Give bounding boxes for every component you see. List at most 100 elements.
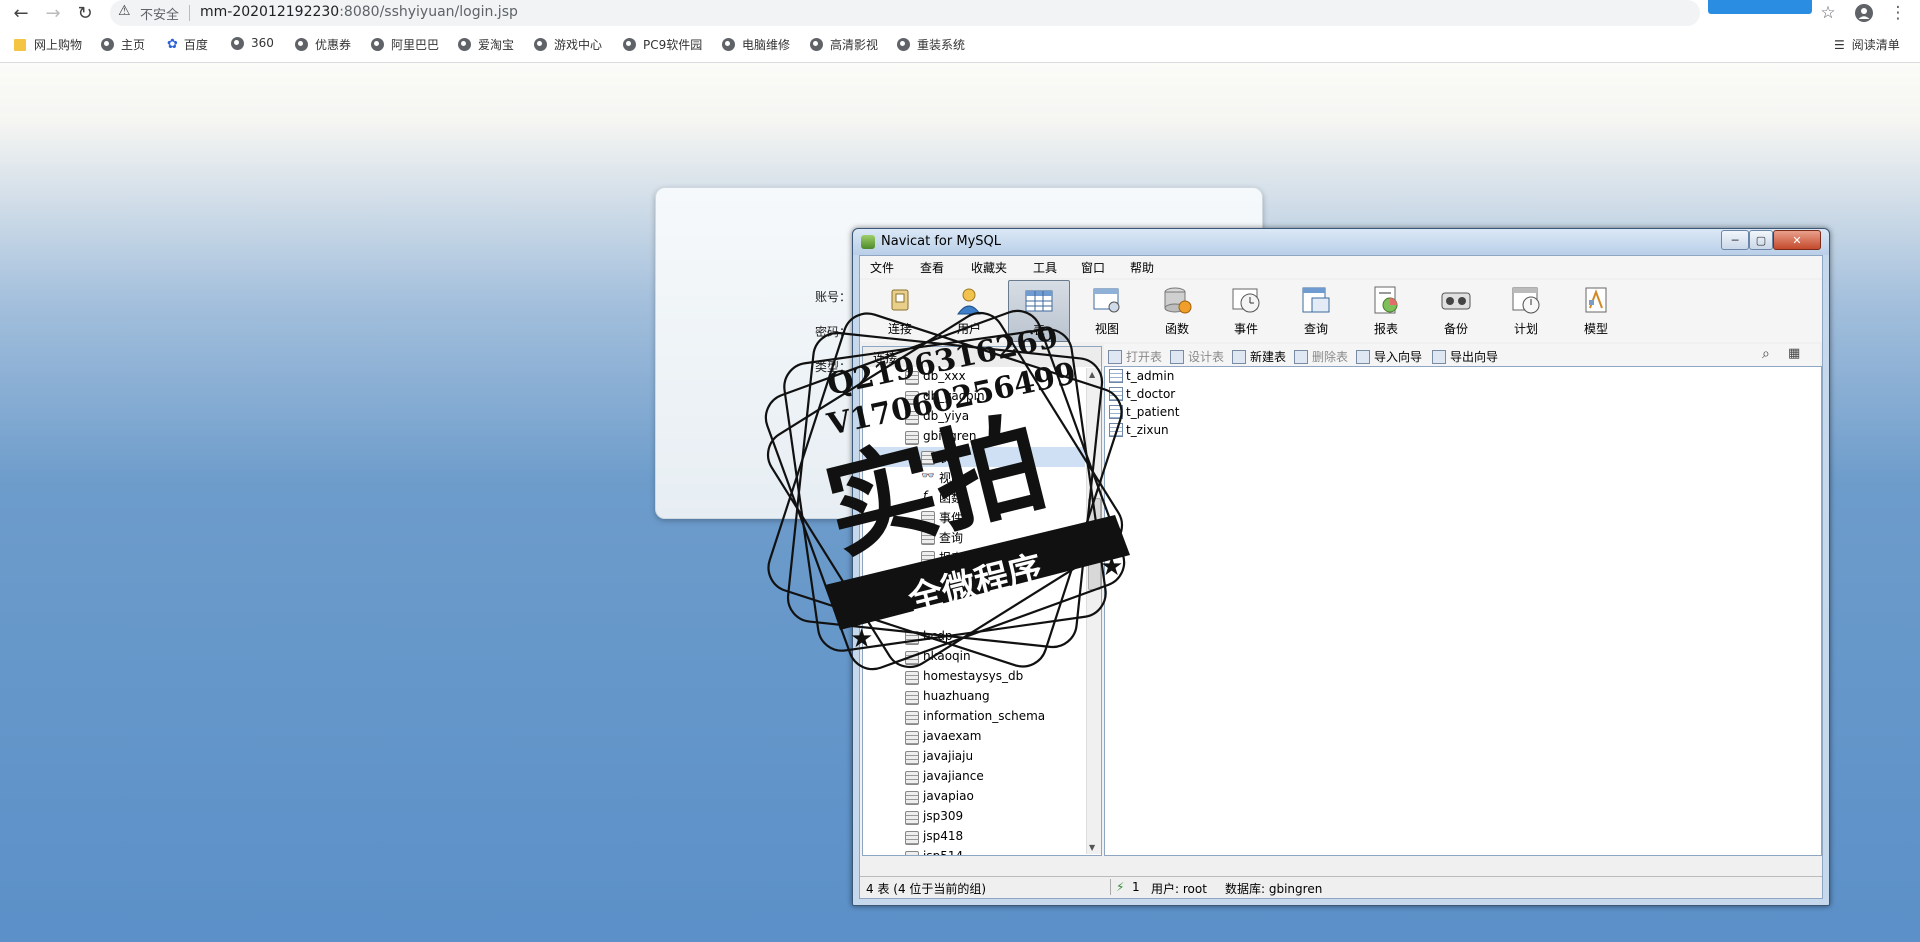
scroll-up-icon[interactable]: ▲ xyxy=(1089,370,1095,379)
open-table-icon xyxy=(1108,349,1122,364)
menu-favorites[interactable]: 收藏夹 xyxy=(971,259,1007,276)
tree-item-label: 事件 xyxy=(939,511,964,525)
table-item[interactable]: t_zixun xyxy=(1109,421,1169,439)
tree-item-database[interactable]: jsp418 xyxy=(863,827,1085,847)
export-wizard-button[interactable]: 导出向导 xyxy=(1432,348,1498,365)
bookmark-item[interactable]: 高清影视 xyxy=(810,36,878,53)
tree-item-database[interactable]: db_xxx xyxy=(863,367,1085,387)
grid-view-icon[interactable]: ▦ xyxy=(1788,346,1800,361)
tree-item-database[interactable]: hkaoqin xyxy=(863,647,1085,667)
scrollbar-thumb[interactable] xyxy=(1088,498,1101,590)
tree-item-database[interactable]: homestaysys_db xyxy=(863,667,1085,687)
close-button[interactable]: ✕ xyxy=(1773,230,1821,250)
tree-item-database[interactable]: hcdp xyxy=(863,627,1085,647)
tree-item-database[interactable]: db_yaopin xyxy=(863,387,1085,407)
bookmark-item[interactable]: ✿ 百度 xyxy=(167,36,208,53)
export-icon xyxy=(1432,349,1446,364)
tree-item-functions[interactable]: ƒ 函数 xyxy=(863,487,1085,507)
delete-table-button[interactable]: 删除表 xyxy=(1294,348,1348,365)
scroll-down-icon[interactable]: ▼ xyxy=(1089,843,1095,852)
toolbar-event-button[interactable]: 事件 xyxy=(1216,280,1276,340)
reading-list-button[interactable]: ☰ 阅读清单 xyxy=(1834,36,1900,53)
more-menu-icon[interactable]: ⋮ xyxy=(1885,1,1911,25)
tree-item-label: hcdp xyxy=(923,629,953,643)
tree-item-events[interactable]: 事件 xyxy=(863,507,1085,527)
toolbar-label: 函数 xyxy=(1164,322,1189,336)
report-small-icon xyxy=(921,551,935,565)
tree-scrollbar[interactable]: ▲ ▼ xyxy=(1086,368,1101,854)
connection-header-label: 连接 xyxy=(873,351,898,365)
toolbar-schedule-button[interactable]: 计划 xyxy=(1496,280,1556,340)
bookmark-item[interactable]: 网上购物 xyxy=(14,36,82,53)
menu-help[interactable]: 帮助 xyxy=(1130,259,1154,276)
table-item[interactable]: t_doctor xyxy=(1109,385,1175,403)
bookmark-item[interactable]: 360 xyxy=(231,36,274,50)
bookmark-item[interactable]: 爱淘宝 xyxy=(458,36,514,53)
bookmark-item[interactable]: 阿里巴巴 xyxy=(371,36,439,53)
profile-avatar-icon[interactable] xyxy=(1851,1,1877,25)
tree-item-reports[interactable]: 报表 xyxy=(863,547,1085,567)
globe-icon xyxy=(295,38,308,51)
bookmark-label: 360 xyxy=(251,36,274,50)
toolbar-model-button[interactable]: 模型 xyxy=(1566,280,1626,340)
menu-tools[interactable]: 工具 xyxy=(1033,259,1057,276)
bookmark-item[interactable]: 电脑维修 xyxy=(722,36,790,53)
extension-button[interactable] xyxy=(1708,0,1812,14)
folder-icon xyxy=(14,38,26,51)
bookmark-item[interactable]: 重装系统 xyxy=(897,36,965,53)
table-count-status: 4 表 (4 位于当前的组) xyxy=(866,882,987,896)
search-icon[interactable]: ⌕ xyxy=(1762,346,1770,362)
tree-item-views[interactable]: 👓 视图 xyxy=(863,467,1085,487)
tree-item-database[interactable]: jsp514 xyxy=(863,847,1085,855)
toolbar-view-button[interactable]: 视图 xyxy=(1077,280,1137,340)
star-icon[interactable]: ☆ xyxy=(1815,1,1841,25)
new-table-button[interactable]: 新建表 xyxy=(1232,348,1286,365)
bookmark-item[interactable]: 游戏中心 xyxy=(534,36,602,53)
tree-item-tables-selected[interactable]: ▷ 表 xyxy=(863,447,1085,467)
tree-item-database[interactable]: javaexam xyxy=(863,727,1085,747)
button-label: 打开表 xyxy=(1126,350,1163,364)
minimize-button[interactable]: ─ xyxy=(1721,230,1749,250)
tree-item-database[interactable]: information_schema xyxy=(863,707,1085,727)
bookmark-item[interactable]: 优惠券 xyxy=(295,36,351,53)
delete-table-icon xyxy=(1294,349,1308,364)
reload-icon[interactable]: ↻ xyxy=(72,1,98,25)
table-item[interactable]: t_patient xyxy=(1109,403,1179,421)
button-label: 删除表 xyxy=(1312,350,1349,364)
back-arrow-icon[interactable]: ← xyxy=(8,1,34,25)
toolbar-user-button[interactable]: 用户 xyxy=(939,280,999,340)
table-item[interactable]: t_admin xyxy=(1109,367,1174,385)
menu-view[interactable]: 查看 xyxy=(920,259,944,276)
address-bar[interactable]: ⚠ 不安全 mm-202012192230:8080/sshyiyuan/log… xyxy=(110,0,1700,26)
tree-item-label: information_schema xyxy=(923,709,1046,723)
tree-item-label: db_xxx xyxy=(923,369,966,383)
toolbar-function-button[interactable]: 函数 xyxy=(1147,280,1207,340)
globe-icon xyxy=(810,38,823,51)
tree-item-label: homestaysys_db xyxy=(923,669,1024,683)
tree-item-database[interactable]: huazhuang xyxy=(863,687,1085,707)
connection-plug-icon: ⚡ xyxy=(1116,880,1125,894)
toolbar-table-button[interactable]: 表 xyxy=(1008,280,1070,342)
tree-item-database[interactable]: javapiao xyxy=(863,787,1085,807)
tree-item-queries[interactable]: 查询 xyxy=(863,527,1085,547)
toolbar-backup-button[interactable]: 备份 xyxy=(1426,280,1486,340)
toolbar-query-button[interactable]: 查询 xyxy=(1286,280,1346,340)
maximize-button[interactable]: ▢ xyxy=(1749,230,1773,250)
bookmark-item[interactable]: PC9软件园 xyxy=(623,36,702,53)
tree-item-database[interactable]: jsp309 xyxy=(863,807,1085,827)
tree-item-database[interactable]: javajiance xyxy=(863,767,1085,787)
tree-item-database[interactable]: javajiaju xyxy=(863,747,1085,767)
toolbar-connect-button[interactable]: 连接 xyxy=(870,280,930,340)
tree-item-label: 报表 xyxy=(939,551,964,565)
import-wizard-button[interactable]: 导入向导 xyxy=(1356,348,1422,365)
bookmark-item[interactable]: 主页 xyxy=(101,36,145,53)
open-table-button[interactable]: 打开表 xyxy=(1108,348,1162,365)
menu-file[interactable]: 文件 xyxy=(870,259,894,276)
navicat-title-bar[interactable]: Navicat for MySQL ─ ▢ ✕ xyxy=(853,229,1829,255)
menu-window[interactable]: 窗口 xyxy=(1081,259,1105,276)
tree-item-database[interactable]: db_yiya xyxy=(863,407,1085,427)
toolbar-report-button[interactable]: 报表 xyxy=(1356,280,1416,340)
tree-item-database-open[interactable]: gbingren xyxy=(863,427,1085,447)
design-table-button[interactable]: 设计表 xyxy=(1170,348,1224,365)
forward-arrow-icon[interactable]: → xyxy=(40,1,66,25)
